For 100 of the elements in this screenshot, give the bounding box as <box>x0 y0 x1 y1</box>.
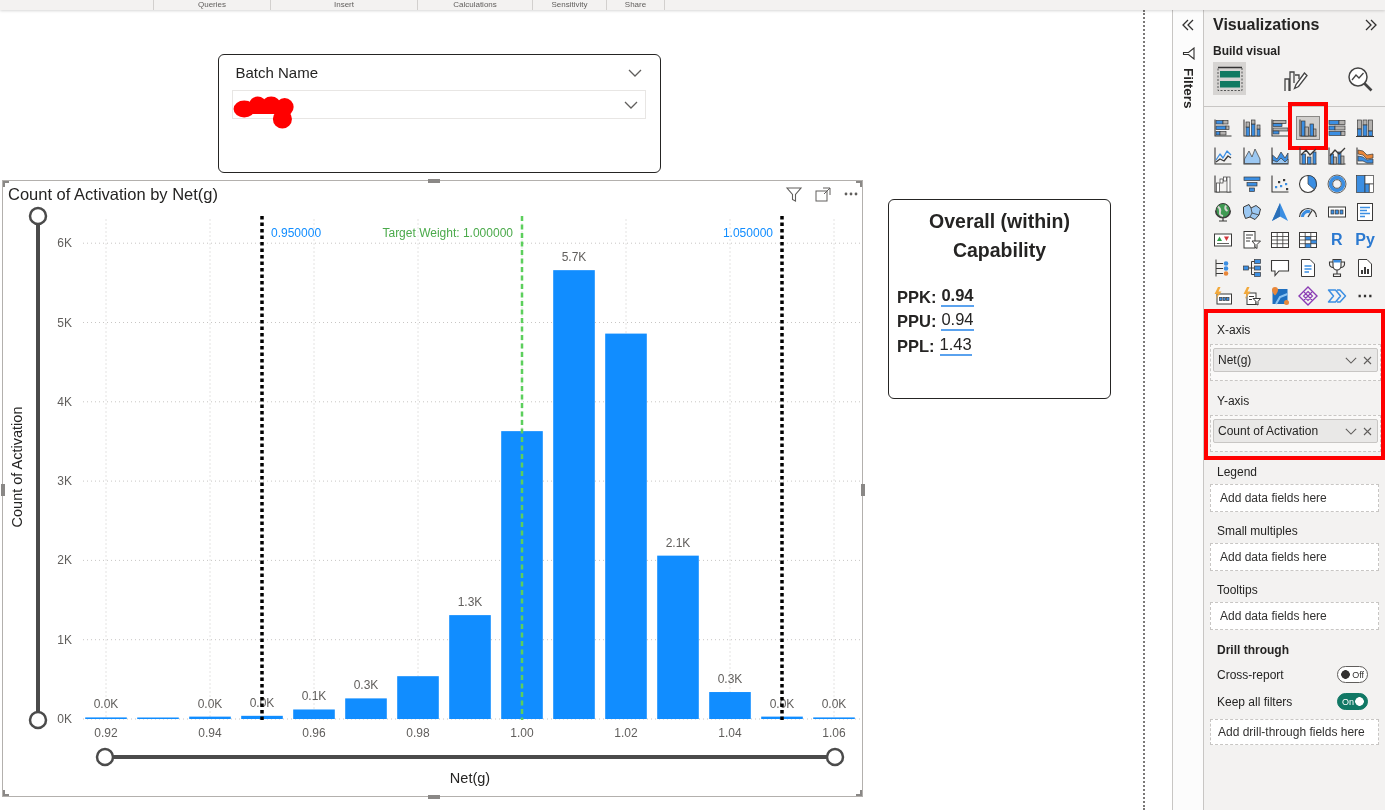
close-icon[interactable] <box>1363 355 1372 365</box>
well-label: Tooltips <box>1216 582 1259 598</box>
axis-tick-label: 1.04 <box>718 726 742 740</box>
globe-icon[interactable] <box>1213 202 1234 222</box>
chart-title: Count of Activation by Net(g) <box>8 184 219 204</box>
multi-row-card-icon[interactable] <box>1355 202 1376 222</box>
drop-zone-field[interactable]: Add data fields here <box>1210 543 1379 571</box>
filters-pane-title[interactable]: Filters <box>1180 68 1196 109</box>
lightning-card-icon[interactable] <box>1213 286 1234 306</box>
reference-line-label: 1.050000 <box>722 226 773 240</box>
r-visual-button[interactable]: R <box>1324 228 1349 252</box>
zoom-slider[interactable] <box>95 747 845 767</box>
kpi-icon[interactable] <box>1213 230 1234 250</box>
stacked-area-chart-icon[interactable] <box>1269 146 1290 166</box>
waterfall-chart-icon[interactable] <box>1213 174 1234 194</box>
resize-handle[interactable] <box>1 483 5 496</box>
double-chevron-right-icon[interactable] <box>1365 19 1377 31</box>
clustered-bar-chart-icon[interactable] <box>1269 118 1290 138</box>
dropdown-field[interactable] <box>231 90 646 119</box>
map-pin-icon[interactable] <box>1269 286 1290 306</box>
resize-handle[interactable] <box>427 795 440 799</box>
diamond-icon[interactable] <box>1298 286 1319 306</box>
ribbon-group-label: Share <box>624 0 647 10</box>
full-stacked-bar-chart-icon[interactable] <box>1326 118 1347 138</box>
data-label: 0.1K <box>301 689 327 704</box>
reference-line-label: Target Weight: 1.000000 <box>382 226 513 240</box>
data-label: 1.3K <box>457 595 483 610</box>
clustered-column-chart-icon[interactable] <box>1296 116 1321 140</box>
metric-value: 0.94 <box>941 284 974 307</box>
axis-tick-label: 2K <box>57 553 72 568</box>
pie-chart-icon[interactable] <box>1298 174 1319 194</box>
speech-bubble-icon[interactable] <box>1269 258 1290 278</box>
resize-handle[interactable] <box>861 483 865 496</box>
histogram-bar <box>293 709 335 719</box>
chevron-down-icon[interactable] <box>624 100 638 109</box>
drop-zone-field[interactable]: Add data fields here <box>1210 484 1379 512</box>
histogram-bar <box>397 676 439 719</box>
filled-map-icon[interactable] <box>1241 202 1262 222</box>
field-pill[interactable]: Count of Activation <box>1213 419 1378 443</box>
field-pill[interactable]: Net(g) <box>1213 348 1378 372</box>
resize-handle[interactable] <box>3 790 9 796</box>
donut-chart-icon[interactable] <box>1326 174 1347 194</box>
stacked-column-chart-icon[interactable] <box>1241 118 1262 138</box>
axis-tick-label: 1.02 <box>614 726 638 740</box>
chevron-arrows-icon[interactable] <box>1326 286 1347 306</box>
navigation-arrow-icon[interactable] <box>1269 202 1290 222</box>
line-column-chart-icon[interactable] <box>1298 146 1319 166</box>
zoom-slider[interactable] <box>28 206 48 730</box>
slicer-icon[interactable] <box>1241 230 1262 250</box>
toggle-switch[interactable]: On <box>1337 693 1368 710</box>
filter-icon[interactable] <box>1181 47 1195 60</box>
section-title: Build visual <box>1212 43 1282 59</box>
funnel-chart-icon[interactable] <box>1241 174 1262 194</box>
line-chart-icon[interactable] <box>1213 146 1234 166</box>
treemap-icon[interactable] <box>1355 174 1376 194</box>
chevron-down-icon[interactable] <box>1345 356 1357 364</box>
toggle-switch[interactable]: Off <box>1337 666 1368 683</box>
focus-mode-icon[interactable] <box>815 186 831 202</box>
histogram-bar <box>345 698 387 719</box>
data-label: 0.0K <box>821 697 847 712</box>
stacked-bar-chart-icon[interactable] <box>1213 118 1234 138</box>
resize-handle[interactable] <box>3 181 9 187</box>
metric-label: PPU: <box>897 311 937 331</box>
more-visuals-button[interactable]: ⋯ <box>1353 284 1378 308</box>
axis-tick-label: 0.94 <box>198 726 222 740</box>
chevron-down-icon[interactable] <box>1345 427 1357 435</box>
matrix-icon[interactable] <box>1298 230 1319 250</box>
build-visual-tab[interactable] <box>1213 62 1246 95</box>
data-label: 0.3K <box>353 678 379 693</box>
full-stacked-column-chart-icon[interactable] <box>1355 118 1376 138</box>
axis-title: Count of Activation <box>9 406 25 528</box>
resize-handle[interactable] <box>427 179 440 183</box>
chevron-down-icon[interactable] <box>628 69 642 77</box>
metric-value: 0.94 <box>941 309 974 331</box>
resize-handle[interactable] <box>856 181 862 187</box>
data-label: 2.1K <box>665 535 691 550</box>
well-label: X-axis <box>1216 322 1252 338</box>
area-chart-icon[interactable] <box>1241 146 1262 166</box>
resize-handle[interactable] <box>856 790 862 796</box>
ribbon-group-label: Sensitivity <box>551 0 588 10</box>
box-tree-icon[interactable] <box>1241 258 1262 278</box>
metric-label: PPL: <box>897 335 935 356</box>
line-clustered-column-chart-icon[interactable] <box>1326 146 1347 166</box>
python-visual-button[interactable]: Py <box>1353 228 1378 252</box>
drop-zone-field[interactable]: Add data fields here <box>1210 602 1379 630</box>
axis-tick-label: 6K <box>57 236 72 251</box>
data-label: 0.0K <box>93 697 119 712</box>
drop-zone-field[interactable]: Add drill-through fields here <box>1210 719 1379 745</box>
double-chevron-left-icon[interactable] <box>1182 19 1194 31</box>
ribbon-group-label: Calculations <box>453 0 497 10</box>
section-title: Drill through <box>1216 642 1290 658</box>
close-icon[interactable] <box>1363 426 1372 436</box>
more-options-icon[interactable] <box>844 192 858 196</box>
filter-icon[interactable] <box>786 186 802 202</box>
ribbon-chart-icon[interactable] <box>1355 146 1376 166</box>
lightning-slicer-icon[interactable] <box>1241 286 1262 306</box>
trophy-icon[interactable] <box>1326 258 1347 278</box>
scatter-chart-icon[interactable] <box>1269 174 1290 194</box>
table-icon[interactable] <box>1269 230 1290 250</box>
axis-tick-label: 1.06 <box>822 726 846 740</box>
